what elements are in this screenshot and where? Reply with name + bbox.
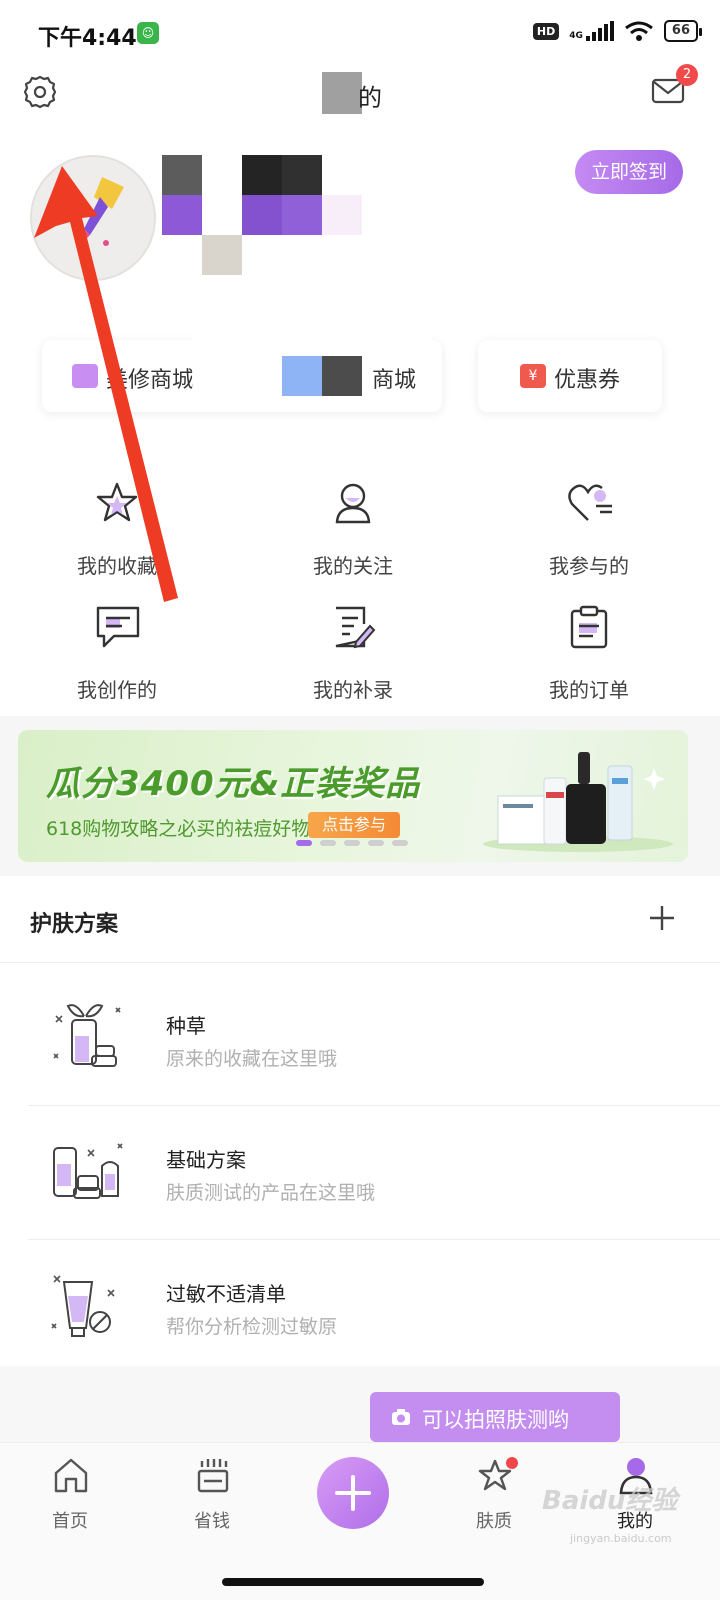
watermark-logo: Baidu经验 bbox=[542, 1486, 678, 1516]
pagination-dot[interactable] bbox=[392, 840, 408, 846]
skincare-item-favorites[interactable]: 种草 原来的收藏在这里哦 bbox=[28, 972, 720, 1106]
shop-mall-label: 商城 bbox=[372, 368, 417, 393]
tab-save[interactable]: 省钱 bbox=[162, 1455, 262, 1535]
grid-label: 我的订单 bbox=[549, 678, 629, 702]
mall-label: 美修商城 bbox=[106, 368, 195, 393]
status-bar: 下午4:44 ☺ HD 4G 66 bbox=[0, 0, 720, 64]
hd-icon: HD bbox=[532, 22, 560, 40]
person-icon bbox=[335, 483, 371, 524]
skincare-section: 护肤方案 种草 原来的收藏在这里哦 基础方案 肤质测试的产品在这里哦 过敏不适清… bbox=[0, 876, 720, 1366]
title-redaction bbox=[322, 72, 362, 114]
grid-item-favorites[interactable]: 我的收藏 bbox=[32, 480, 202, 590]
grid-item-supplement[interactable]: 我的补录 bbox=[268, 604, 438, 714]
home-indicator[interactable] bbox=[222, 1578, 484, 1586]
home-icon bbox=[54, 1458, 88, 1493]
skincare-item-basic[interactable]: 基础方案 肤质测试的产品在这里哦 bbox=[28, 1106, 720, 1240]
banner-pagination bbox=[296, 840, 408, 846]
coupon-icon: ¥ bbox=[520, 364, 546, 388]
page-title-text: 的 bbox=[358, 84, 382, 112]
app-notification-icon: ☺ bbox=[137, 22, 159, 44]
star-icon bbox=[96, 482, 138, 522]
status-time: 下午4:44 bbox=[38, 26, 137, 51]
tab-home[interactable]: 首页 bbox=[20, 1455, 120, 1535]
grid-item-orders[interactable]: 我的订单 bbox=[504, 604, 674, 714]
skincare-title: 护肤方案 bbox=[30, 912, 119, 937]
banner-subtitle: 618购物攻略之必买的祛痘好物 bbox=[46, 818, 311, 840]
banner-headline: 瓜分3400元&正装奖品 bbox=[46, 764, 421, 804]
pagination-dot[interactable] bbox=[320, 840, 336, 846]
gift-icon bbox=[72, 364, 98, 388]
photo-test-tooltip[interactable]: 可以拍照肤测哟 bbox=[370, 1392, 620, 1452]
add-plus-icon[interactable] bbox=[648, 904, 676, 932]
coupon-card[interactable]: ¥ 优惠券 bbox=[478, 340, 662, 412]
product-bottles-image bbox=[483, 752, 673, 852]
unread-badge: 2 bbox=[676, 64, 698, 86]
skincare-set-icon bbox=[53, 1143, 123, 1199]
tab-skin[interactable]: 肤质 bbox=[444, 1455, 544, 1535]
skincare-item-desc: 帮你分析检测过敏原 bbox=[166, 1316, 338, 1338]
heart-icon bbox=[568, 484, 612, 521]
username-redaction bbox=[162, 155, 382, 280]
grid-label: 我的补录 bbox=[313, 678, 393, 702]
wifi-icon bbox=[624, 21, 653, 41]
skincare-item-allergy[interactable]: 过敏不适清单 帮你分析检测过敏原 bbox=[28, 1240, 720, 1374]
checkin-button[interactable]: 立即签到 bbox=[575, 150, 683, 194]
banner-cta-button[interactable]: 点击参与 bbox=[308, 812, 400, 838]
tab-label: 首页 bbox=[52, 1511, 88, 1532]
mall-card[interactable]: 美修商城 商城 bbox=[42, 320, 442, 412]
skincare-item-title: 基础方案 bbox=[166, 1148, 246, 1172]
grid-item-created[interactable]: 我创作的 bbox=[32, 604, 202, 714]
skincare-item-desc: 原来的收藏在这里哦 bbox=[166, 1048, 338, 1070]
grid-item-following[interactable]: 我的关注 bbox=[268, 480, 438, 590]
promo-banner[interactable]: 瓜分3400元&正装奖品 618购物攻略之必买的祛痘好物 点击参与 bbox=[18, 730, 688, 862]
skincare-item-title: 种草 bbox=[166, 1014, 206, 1038]
mosaic-block bbox=[322, 356, 362, 396]
divider bbox=[0, 962, 720, 963]
pagination-dot[interactable] bbox=[344, 840, 360, 846]
cellular-signal-icon: 4G bbox=[569, 21, 614, 41]
bottom-tab-bar: 首页 省钱 肤质 我的 bbox=[0, 1442, 720, 1600]
skincare-item-title: 过敏不适清单 bbox=[166, 1282, 286, 1306]
tooltip-label: 可以拍照肤测哟 bbox=[422, 1408, 569, 1432]
sprout-bottle-icon bbox=[53, 1004, 121, 1067]
pagination-dot[interactable] bbox=[368, 840, 384, 846]
notification-dot bbox=[506, 1457, 518, 1469]
battery-icon: 66 bbox=[663, 20, 703, 42]
mosaic-block bbox=[282, 356, 322, 396]
status-indicators: HD 4G 66 bbox=[532, 20, 703, 42]
grid-label: 我的关注 bbox=[313, 554, 393, 578]
discount-store-icon bbox=[197, 1459, 229, 1493]
settings-gear-icon[interactable] bbox=[22, 74, 58, 110]
tab-label: 省钱 bbox=[194, 1511, 230, 1532]
grid-label: 我参与的 bbox=[549, 554, 629, 578]
camera-icon bbox=[392, 1409, 410, 1425]
tab-label: 肤质 bbox=[476, 1511, 512, 1532]
watermark-url: jingyan.baidu.com bbox=[570, 1532, 672, 1545]
allergy-tube-icon bbox=[51, 1275, 115, 1337]
chat-bubble-icon bbox=[96, 606, 140, 648]
pagination-dot-active[interactable] bbox=[296, 840, 312, 846]
page-title: 的 bbox=[322, 72, 382, 114]
makeup-brush-icon bbox=[62, 177, 124, 246]
coupon-label: 优惠券 bbox=[554, 368, 621, 393]
avatar[interactable] bbox=[30, 155, 156, 281]
grid-label: 我创作的 bbox=[77, 678, 157, 702]
skincare-item-desc: 肤质测试的产品在这里哦 bbox=[166, 1182, 376, 1204]
grid-label: 我的收藏 bbox=[77, 554, 157, 578]
network-type: 4G bbox=[569, 31, 583, 41]
plus-icon bbox=[335, 1475, 371, 1511]
edit-note-icon bbox=[335, 606, 376, 649]
clipboard-icon bbox=[570, 605, 608, 649]
create-post-button[interactable] bbox=[317, 1457, 389, 1529]
grid-item-participated[interactable]: 我参与的 bbox=[504, 480, 674, 590]
